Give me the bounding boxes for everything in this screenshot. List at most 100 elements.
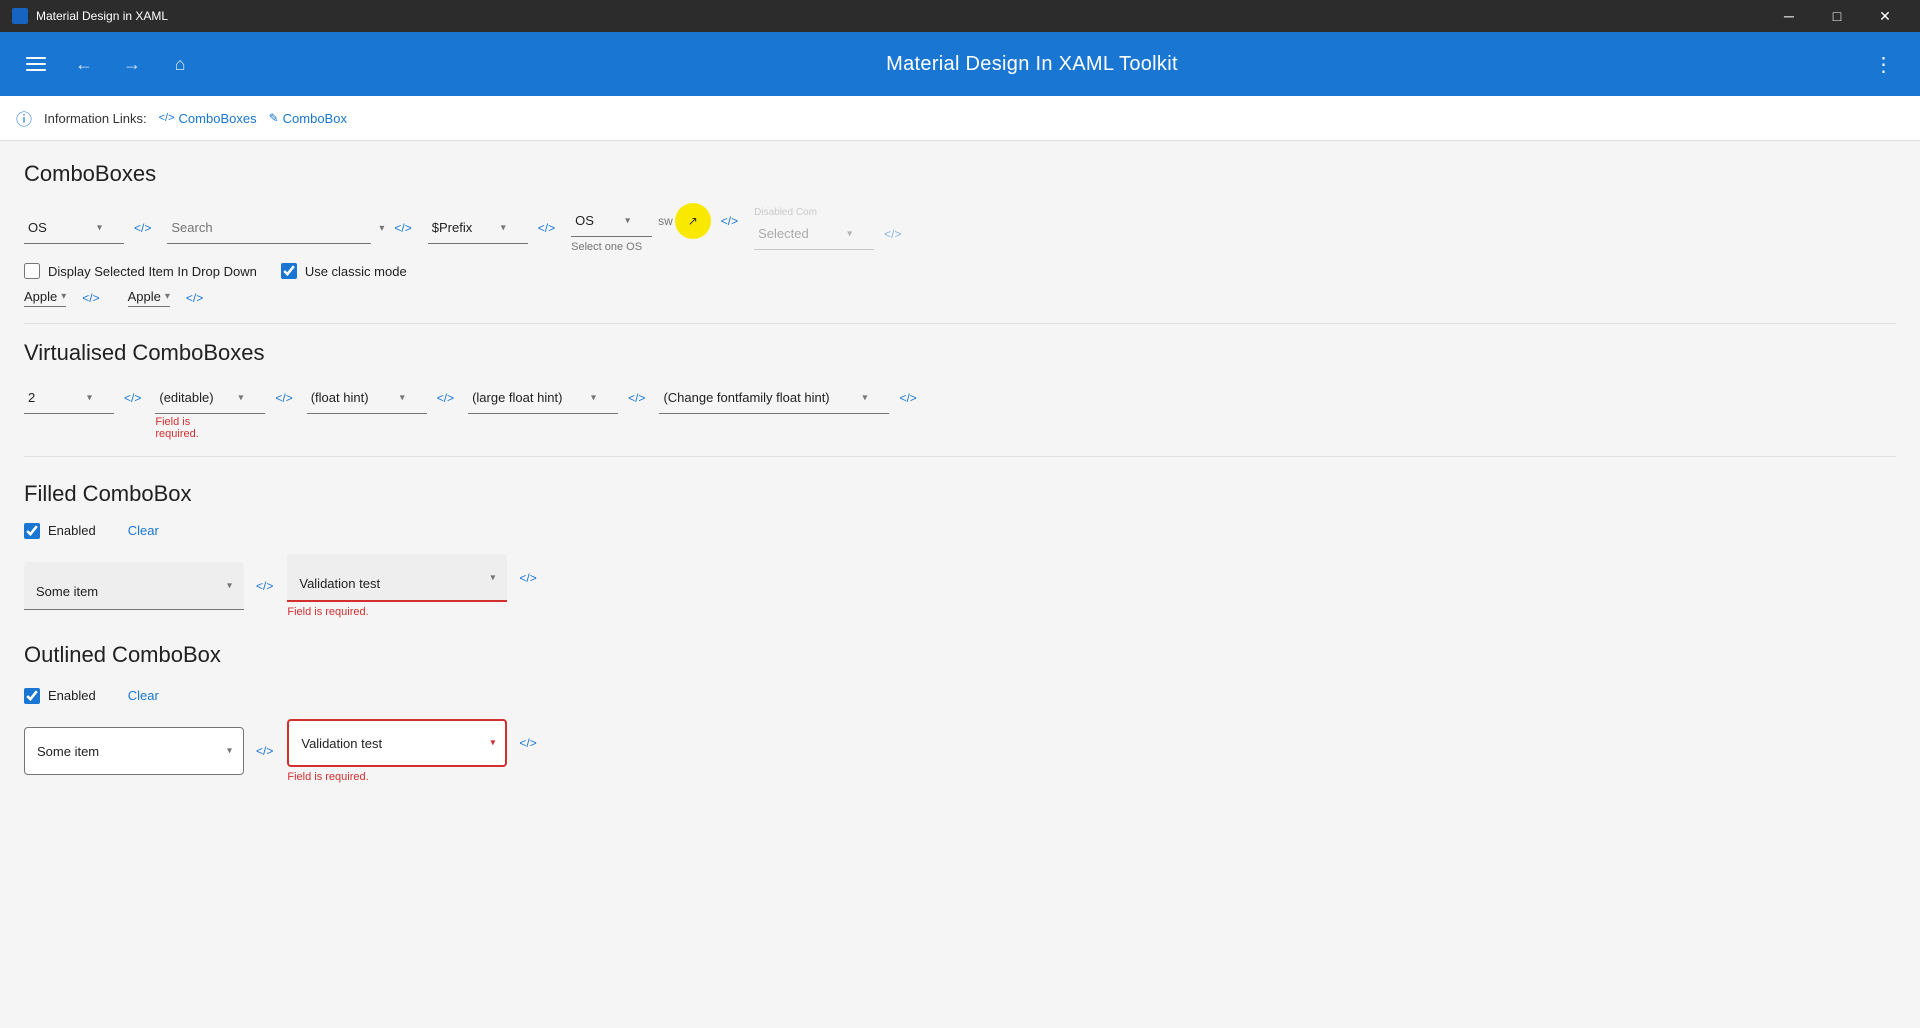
title-bar: Material Design in XAML ─ □ ✕: [0, 0, 1920, 32]
virt-combo-1-select[interactable]: 2 1 3: [24, 382, 114, 414]
outlined-combo-1-select[interactable]: Some item: [24, 727, 244, 775]
back-button[interactable]: ←: [64, 44, 104, 84]
close-button[interactable]: ✕: [1862, 0, 1908, 32]
combobox-link[interactable]: ✎ ComboBox: [269, 111, 347, 126]
checkbox-row: Display Selected Item In Drop Down Use c…: [24, 263, 1896, 279]
apple-row: Apple ▾ </> Apple ▾ </>: [24, 289, 1896, 307]
filled-enabled-row: Enabled Clear: [24, 519, 1896, 542]
app-icon: [12, 8, 28, 24]
main-content: ComboBoxes OS Windows Linux macOS ▾ </> …: [0, 141, 1920, 803]
info-label: Information Links:: [44, 111, 147, 126]
outlined-combo-1-group: Some item ▾ </>: [24, 727, 277, 775]
filled-combo-2-group: Validation test ▾ </> Field is required.: [287, 554, 540, 618]
classic-mode-checkbox[interactable]: [281, 263, 297, 279]
combobox-row-1: OS Windows Linux macOS ▾ </> ▾ </> $Pref…: [24, 203, 1896, 253]
comboboxes-link[interactable]: </> ComboBoxes: [159, 111, 257, 126]
filled-validation-error: Field is required.: [287, 606, 540, 618]
filled-section: Filled ComboBox Enabled Clear Some item …: [24, 481, 1896, 618]
combobox-link-icon: ✎: [269, 111, 279, 125]
virt-combo-2-code-icon[interactable]: </>: [271, 389, 296, 407]
outlined-enabled-checkbox-label[interactable]: Enabled: [24, 688, 96, 704]
title-bar-text: Material Design in XAML: [36, 9, 168, 23]
search-input[interactable]: [167, 212, 371, 244]
sw-label: sw: [658, 214, 673, 228]
outlined-clear-button[interactable]: Clear: [120, 684, 167, 707]
display-selected-checkbox[interactable]: [24, 263, 40, 279]
virt-combo-5-wrapper: (Change fontfamily float hint) ▾ </>: [659, 382, 920, 414]
toolbar-right: ⋮: [1864, 44, 1904, 84]
more-options-button[interactable]: ⋮: [1864, 44, 1904, 84]
info-icon: ⓘ: [16, 106, 32, 130]
os-combo-code-icon[interactable]: </>: [130, 219, 155, 237]
maximize-button[interactable]: □: [1814, 0, 1860, 32]
outlined-section: Outlined ComboBox Enabled Clear Some ite…: [24, 642, 1896, 783]
comboboxes-link-icon: </>: [159, 112, 175, 124]
virt-combo-4-wrapper: (large float hint) ▾ </>: [468, 382, 649, 414]
apple-1-code-icon[interactable]: </>: [78, 289, 103, 307]
filled-clear-button[interactable]: Clear: [120, 519, 167, 542]
display-selected-checkbox-label[interactable]: Display Selected Item In Drop Down: [24, 263, 257, 279]
home-button[interactable]: ⌂: [160, 44, 200, 84]
prefix-combo-code-icon[interactable]: </>: [534, 219, 559, 237]
outlined-enabled-row: Enabled Clear: [24, 684, 1896, 707]
classic-mode-label: Use classic mode: [305, 264, 407, 279]
filled-combo-1-group: Some item ▾ </>: [24, 562, 277, 610]
apple-2-arrow-icon: ▾: [165, 291, 170, 302]
outlined-combo-1-code-icon[interactable]: </>: [252, 742, 277, 760]
virt-combo-5-select[interactable]: (Change fontfamily float hint): [659, 382, 889, 414]
apple-2-code-icon[interactable]: </>: [182, 289, 207, 307]
filled-combo-2-code-icon[interactable]: </>: [515, 569, 540, 587]
hamburger-icon: [22, 53, 50, 75]
disabled-combo-code-icon[interactable]: </>: [880, 225, 905, 243]
virt-combo-3-wrapper: (float hint) ▾ </>: [307, 382, 458, 414]
outlined-combo-2-wrapper: Validation test ▾: [287, 719, 507, 767]
virt-combo-3-code-icon[interactable]: </>: [433, 389, 458, 407]
outlined-combo-2-code-icon[interactable]: </>: [515, 734, 540, 752]
filled-combo-1-select[interactable]: Some item: [24, 562, 244, 610]
apple-combo-2[interactable]: Apple ▾: [128, 289, 170, 307]
apple-combo-1[interactable]: Apple ▾: [24, 289, 66, 307]
search-combo-wrapper: ▾ </>: [167, 212, 415, 244]
outlined-combo-1-wrapper: Some item ▾: [24, 727, 244, 775]
forward-button[interactable]: →: [112, 44, 152, 84]
apple-1-value: Apple: [24, 289, 57, 304]
search-combo-code-icon[interactable]: </>: [390, 219, 415, 237]
outlined-enabled-checkbox[interactable]: [24, 688, 40, 704]
outlined-enabled-label: Enabled: [48, 688, 96, 703]
filled-combo-row: Some item ▾ </> Validation test ▾ </>: [24, 554, 1896, 618]
virt-combo-5-code-icon[interactable]: </>: [895, 389, 920, 407]
search-combo-arrow-icon: ▾: [379, 223, 384, 234]
virt-combo-2-wrapper: (editable) ▾ </> Field isrequired.: [155, 382, 296, 440]
hamburger-menu-button[interactable]: [16, 44, 56, 84]
virt-combo-3-select[interactable]: (float hint): [307, 382, 427, 414]
virt-combo-4-code-icon[interactable]: </>: [624, 389, 649, 407]
virt-combo-1-code-icon[interactable]: </>: [120, 389, 145, 407]
os-sw-combo-code-icon[interactable]: </>: [717, 212, 742, 230]
comboboxes-section-title: ComboBoxes: [24, 161, 1896, 187]
os-combo-wrapper: OS Windows Linux macOS ▾ </>: [24, 212, 155, 244]
filled-enabled-checkbox[interactable]: [24, 523, 40, 539]
info-bar: ⓘ Information Links: </> ComboBoxes ✎ Co…: [0, 96, 1920, 141]
disabled-combo-wrapper: Disabled Com Selected ▾ </>: [754, 207, 905, 250]
disabled-combo-select: Selected: [754, 218, 874, 250]
os-combo-select[interactable]: OS Windows Linux macOS: [24, 212, 124, 244]
outlined-section-title: Outlined ComboBox: [24, 642, 1896, 668]
classic-mode-checkbox-label[interactable]: Use classic mode: [281, 263, 407, 279]
os-sw-combo-select[interactable]: OS Windows: [571, 205, 652, 237]
filled-combo-1-code-icon[interactable]: </>: [252, 577, 277, 595]
outlined-validation-error: Field is required.: [287, 771, 540, 783]
filled-enabled-checkbox-label[interactable]: Enabled: [24, 523, 96, 539]
os-sw-combo-wrapper: OS Windows ▾ sw ↗ </> Select one OS: [571, 203, 742, 253]
outlined-combo-row: Some item ▾ </> Validation test ▾ </>: [24, 719, 1896, 783]
toolbar-left: ← → ⌂: [16, 44, 200, 84]
toolbar-title: Material Design In XAML Toolkit: [200, 53, 1864, 76]
prefix-combo-select[interactable]: $Prefix: [428, 212, 528, 244]
virt-combo-4-select[interactable]: (large float hint): [468, 382, 618, 414]
more-vert-icon: ⋮: [1874, 52, 1895, 77]
outlined-combo-2-select[interactable]: Validation test: [287, 719, 507, 767]
outlined-combo-2-group: Validation test ▾ </> Field is required.: [287, 719, 540, 783]
virt-combo-2-select[interactable]: (editable): [155, 382, 265, 414]
filled-combo-2-select[interactable]: Validation test: [287, 554, 507, 602]
minimize-button[interactable]: ─: [1766, 0, 1812, 32]
virt-field-required: Field isrequired.: [155, 416, 296, 440]
